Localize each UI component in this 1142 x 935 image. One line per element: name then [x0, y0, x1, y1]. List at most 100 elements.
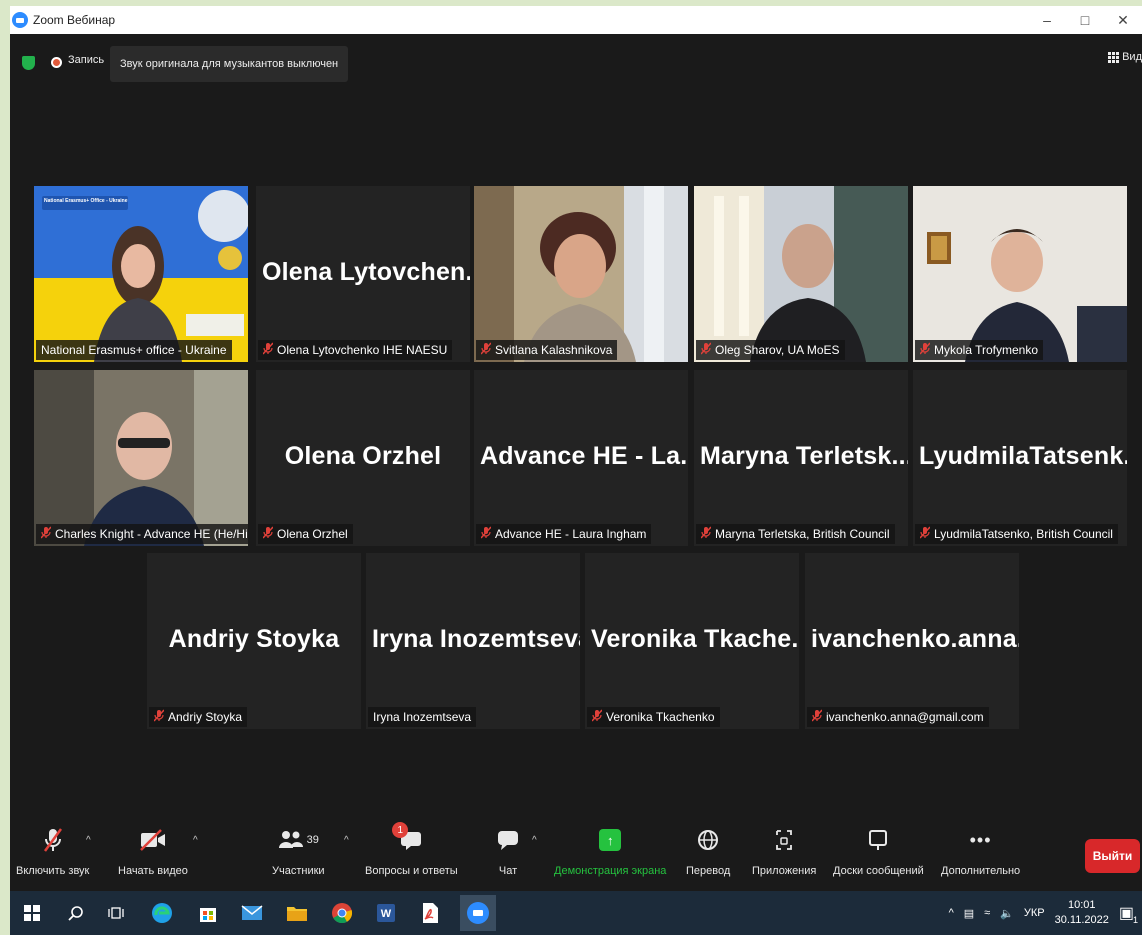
edge-browser-icon[interactable] [148, 899, 176, 927]
participant-name-label: Mykola Trofymenko [915, 340, 1044, 360]
whiteboards-button[interactable]: Доски сообщений [833, 825, 924, 877]
system-tray: ^ ▤ ≈ 🔈 УКР 10:01 30.11.2022 ▣ 1 [949, 891, 1138, 935]
participant-name-label: Olena Lytovchenko IHE NAESU [258, 340, 453, 360]
windows-taskbar: W ^ ▤ ≈ 🔈 УКР 10:01 30.11.2022 ▣ 1 [10, 891, 1142, 935]
original-sound-status[interactable]: Звук оригинала для музыкантов выключен [110, 46, 349, 82]
recording-icon [51, 57, 62, 68]
muted-mic-icon [700, 526, 712, 542]
muted-mic-icon [262, 342, 274, 358]
participant-tile[interactable]: Iryna Inozemtseva Iryna Inozemtseva [366, 553, 580, 729]
screen: Zoom Вебинар – □ ✕ Запись Звук оригинала… [0, 0, 1142, 935]
video-options-chevron-icon[interactable]: ^ [193, 835, 198, 846]
unmute-button[interactable]: Включить звук [16, 825, 89, 877]
svg-text:W: W [381, 908, 392, 920]
participant-display-name: Veronika Tkache... [591, 625, 799, 653]
participant-tile[interactable]: Veronika Tkache... Veronika Tkachenko [585, 553, 799, 729]
share-screen-button[interactable]: ↑ Демонстрация экрана [554, 825, 666, 877]
muted-mic-icon [480, 342, 492, 358]
word-icon[interactable]: W [372, 899, 400, 927]
qa-icon: 1 [392, 822, 423, 855]
participant-name-label: Oleg Sharov, UA MoES [696, 340, 845, 360]
muted-mic-icon [262, 526, 274, 542]
muted-mic-icon [811, 709, 823, 725]
participant-video [34, 370, 248, 546]
participant-name: Advance HE - Laura Ingham [495, 527, 647, 541]
participant-display-name: Iryna Inozemtseva [372, 625, 580, 653]
qa-button[interactable]: 1 Вопросы и ответы [365, 822, 458, 877]
view-button[interactable]: Вид [1108, 51, 1142, 63]
chrome-icon[interactable] [328, 899, 356, 927]
muted-mic-icon [700, 342, 712, 358]
participant-name: Svitlana Kalashnikova [495, 343, 613, 357]
participant-name-label: Veronika Tkachenko [587, 707, 720, 727]
muted-mic-icon [153, 709, 165, 725]
microphone-muted-icon [42, 825, 64, 855]
zoom-taskbar-icon[interactable] [460, 895, 496, 931]
participant-tile[interactable]: Charles Knight - Advance HE (He/Him) [34, 370, 248, 546]
participant-name: Veronika Tkachenko [606, 710, 715, 724]
task-view-icon[interactable] [102, 899, 130, 927]
participant-video [913, 186, 1127, 362]
wifi-icon[interactable]: ≈ [984, 907, 990, 919]
clock[interactable]: 10:01 30.11.2022 [1055, 898, 1109, 928]
participant-tile[interactable]: National Erasmus+ Office - Ukraine Nation… [34, 186, 248, 362]
participant-tile[interactable]: LyudmilaTatsenk... LyudmilaTatsenko, Brit… [913, 370, 1127, 546]
participant-tile[interactable]: Andriy Stoyka Andriy Stoyka [147, 553, 361, 729]
participant-name: Mykola Trofymenko [934, 343, 1039, 357]
participant-tile[interactable]: Mykola Trofymenko [913, 186, 1127, 362]
translate-button[interactable]: Перевод [686, 825, 730, 877]
participants-button[interactable]: 39 Участники [272, 825, 325, 877]
participant-tile[interactable]: Maryna Terletsk... Maryna Terletska, Brit… [694, 370, 908, 546]
leave-button[interactable]: Выйти [1085, 839, 1140, 873]
zoom-window: Zoom Вебинар – □ ✕ Запись Звук оригинала… [10, 6, 1142, 935]
participant-tile[interactable]: Olena Lytovchen... Olena Lytovchenko IHE … [256, 186, 470, 362]
start-video-button[interactable]: Начать видео [118, 825, 188, 877]
chat-icon [497, 825, 519, 855]
participant-display-name: LyudmilaTatsenk... [919, 442, 1127, 470]
participant-name: Olena Orzhel [277, 527, 348, 541]
grid-view-icon [1108, 51, 1120, 63]
apps-button[interactable]: Приложения [752, 825, 816, 877]
chat-button[interactable]: Чат [497, 825, 519, 877]
close-button[interactable]: ✕ [1104, 6, 1142, 34]
participant-name: Oleg Sharov, UA MoES [715, 343, 840, 357]
store-icon[interactable] [194, 899, 222, 927]
participant-name-label: Andriy Stoyka [149, 707, 248, 727]
participant-tile[interactable]: Svitlana Kalashnikova [474, 186, 688, 362]
search-icon[interactable] [62, 899, 90, 927]
participants-icon: 39 [278, 825, 319, 855]
participant-name: Andriy Stoyka [168, 710, 243, 724]
restore-button[interactable]: □ [1066, 6, 1104, 34]
participant-tile[interactable]: ivanchenko.anna... ivanchenko.anna@gmail.… [805, 553, 1019, 729]
participant-name-label: Advance HE - Laura Ingham [476, 524, 652, 544]
keyboard-language[interactable]: УКР [1024, 907, 1045, 919]
participants-options-chevron-icon[interactable]: ^ [344, 835, 349, 846]
participant-tile[interactable]: Advance HE - La... Advance HE - Laura Ing… [474, 370, 688, 546]
participant-name-label: LyudmilaTatsenko, British Council [915, 524, 1118, 544]
participant-video [474, 186, 688, 362]
notifications-icon[interactable]: ▣ 1 [1119, 903, 1138, 925]
minimize-button[interactable]: – [1028, 6, 1066, 34]
title-bar: Zoom Вебинар – □ ✕ [10, 6, 1142, 34]
mail-icon[interactable] [238, 899, 266, 927]
more-button[interactable]: ••• Дополнительно [941, 825, 1020, 878]
participant-tile[interactable]: Oleg Sharov, UA MoES [694, 186, 908, 362]
meeting-toolbar: Включить звук ^ Начать видео ^ 39 Участн… [10, 819, 1142, 891]
pdf-reader-icon[interactable] [416, 899, 444, 927]
participant-tile[interactable]: Olena Orzhel Olena Orzhel [256, 370, 470, 546]
file-explorer-icon[interactable] [283, 899, 311, 927]
participant-display-name: Olena Orzhel [284, 442, 442, 470]
volume-icon[interactable]: 🔈 [1000, 907, 1014, 920]
participant-name-label: Charles Knight - Advance HE (He/Him) [36, 524, 248, 544]
audio-options-chevron-icon[interactable]: ^ [86, 835, 91, 846]
security-shield-icon[interactable] [22, 56, 35, 70]
recording-label: Запись [68, 54, 105, 66]
muted-mic-icon [919, 526, 931, 542]
tray-expand-chevron-icon[interactable]: ^ [949, 907, 954, 919]
participant-name-label: Olena Orzhel [258, 524, 353, 544]
network-icon[interactable]: ▤ [964, 907, 974, 920]
windows-start-icon[interactable] [18, 899, 46, 927]
participant-name: Olena Lytovchenko IHE NAESU [277, 343, 448, 357]
participant-name: National Erasmus+ office - Ukraine [41, 343, 227, 357]
chat-options-chevron-icon[interactable]: ^ [532, 835, 537, 846]
